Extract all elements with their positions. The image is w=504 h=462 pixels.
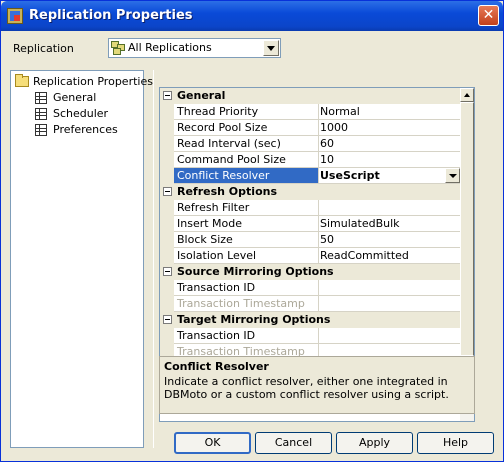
ok-button[interactable]: OK xyxy=(174,432,251,454)
property-name: Thread Priority xyxy=(174,104,319,120)
property-row[interactable]: Record Pool Size 1000 xyxy=(160,120,463,136)
property-row[interactable]: Refresh Filter xyxy=(160,200,463,216)
property-row[interactable]: Transaction ID xyxy=(160,328,463,344)
property-row[interactable]: Command Pool Size 10 xyxy=(160,152,463,168)
description-panel: Conflict Resolver Indicate a conflict re… xyxy=(159,356,475,414)
scrollbar-thumb[interactable] xyxy=(460,102,474,392)
category-title: Target Mirroring Options xyxy=(177,313,331,326)
close-button[interactable]: ✕ xyxy=(478,5,499,26)
property-value[interactable]: 10 xyxy=(318,152,463,168)
category-title: General xyxy=(177,89,226,102)
replication-list-icon xyxy=(111,41,125,55)
property-row-disabled: Transaction Timestamp xyxy=(160,296,463,312)
help-button[interactable]: Help xyxy=(417,432,494,454)
replication-properties-window: Replication Properties ✕ Replication All… xyxy=(0,0,504,462)
collapse-icon[interactable] xyxy=(163,91,172,100)
property-name: Record Pool Size xyxy=(174,120,319,136)
replication-dropdown-value: All Replications xyxy=(128,41,212,54)
property-name: Read Interval (sec) xyxy=(174,136,319,152)
replication-label: Replication xyxy=(13,42,74,55)
category-target-mirroring-options[interactable]: Target Mirroring Options xyxy=(160,312,461,328)
property-value[interactable] xyxy=(318,280,463,296)
property-value[interactable]: 60 xyxy=(318,136,463,152)
property-value[interactable]: 1000 xyxy=(318,120,463,136)
property-value xyxy=(318,296,463,312)
app-icon xyxy=(7,8,23,24)
tree-item-label: Preferences xyxy=(53,123,118,136)
chevron-down-icon[interactable] xyxy=(445,168,460,183)
collapse-icon[interactable] xyxy=(163,187,172,196)
collapse-icon[interactable] xyxy=(163,267,172,276)
category-general[interactable]: General xyxy=(160,88,461,104)
property-name: Transaction ID xyxy=(174,280,319,296)
category-refresh-options[interactable]: Refresh Options xyxy=(160,184,461,200)
property-name: Block Size xyxy=(174,232,319,248)
tree-item-label: Scheduler xyxy=(53,107,109,120)
property-name: Transaction ID xyxy=(174,328,319,344)
chevron-down-icon[interactable] xyxy=(263,40,279,56)
category-source-mirroring-options[interactable]: Source Mirroring Options xyxy=(160,264,461,280)
title-bar[interactable]: Replication Properties ✕ xyxy=(1,1,503,31)
property-row[interactable]: Insert Mode SimulatedBulk xyxy=(160,216,463,232)
property-row[interactable]: Read Interval (sec) 60 xyxy=(160,136,463,152)
grid-icon xyxy=(35,92,47,104)
description-title: Conflict Resolver xyxy=(164,360,269,373)
property-name: Transaction Timestamp xyxy=(174,296,319,312)
collapse-icon[interactable] xyxy=(163,315,172,324)
property-name: Isolation Level xyxy=(174,248,319,264)
property-row-selected[interactable]: Conflict Resolver UseScript xyxy=(160,168,463,184)
category-title: Refresh Options xyxy=(177,185,277,198)
scroll-up-icon[interactable] xyxy=(460,88,474,102)
category-title: Source Mirroring Options xyxy=(177,265,334,278)
tree-item-label: General xyxy=(53,91,97,104)
property-value[interactable]: ReadCommitted xyxy=(318,248,463,264)
property-value[interactable] xyxy=(318,200,463,216)
property-value[interactable]: 50 xyxy=(318,232,463,248)
property-name: Command Pool Size xyxy=(174,152,319,168)
property-row[interactable]: Transaction ID xyxy=(160,280,463,296)
property-row[interactable]: Thread Priority Normal xyxy=(160,104,463,120)
property-row[interactable]: Isolation Level ReadCommitted xyxy=(160,248,463,264)
grid-icon xyxy=(35,108,47,120)
replication-dropdown[interactable]: All Replications xyxy=(108,38,281,58)
description-text: Indicate a conflict resolver, either one… xyxy=(164,375,449,401)
properties-panel: General Thread Priority Normal Record Po… xyxy=(153,70,486,448)
property-name: Conflict Resolver xyxy=(174,168,319,184)
property-value[interactable] xyxy=(318,328,463,344)
apply-button[interactable]: Apply xyxy=(336,432,413,454)
window-title: Replication Properties xyxy=(29,8,193,23)
cancel-button[interactable]: Cancel xyxy=(255,432,332,454)
tree-item-label: Replication Properties xyxy=(33,75,153,88)
property-value[interactable]: Normal xyxy=(318,104,463,120)
property-row[interactable]: Block Size 50 xyxy=(160,232,463,248)
property-value[interactable]: UseScript xyxy=(318,168,463,184)
navigation-tree: Replication Properties General Scheduler… xyxy=(10,70,153,448)
property-name: Insert Mode xyxy=(174,216,319,232)
property-name: Refresh Filter xyxy=(174,200,319,216)
grid-icon xyxy=(35,124,47,136)
folder-icon xyxy=(15,74,29,87)
property-value[interactable]: SimulatedBulk xyxy=(318,216,463,232)
